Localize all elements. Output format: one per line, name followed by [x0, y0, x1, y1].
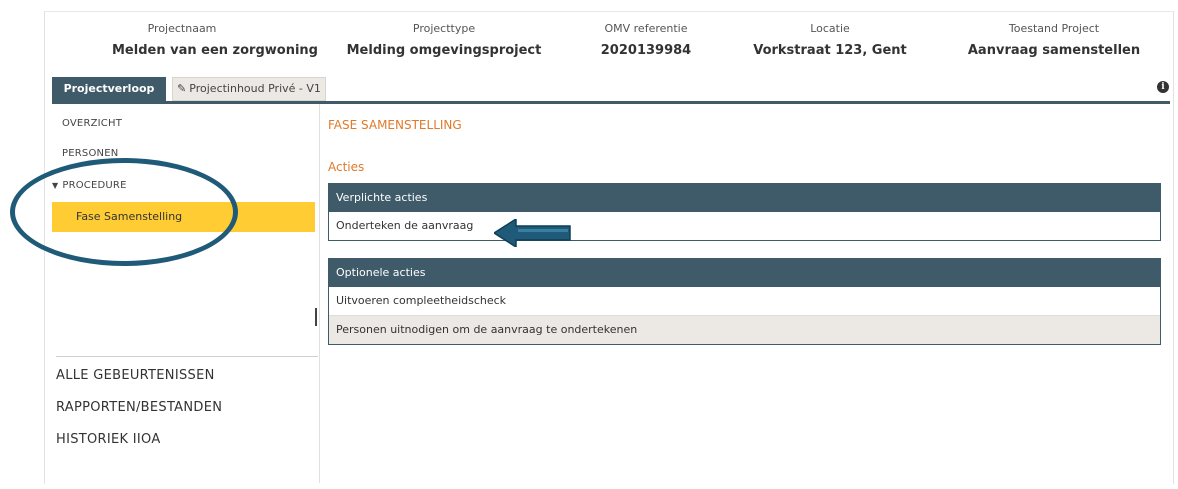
action-personen-uitnodigen[interactable]: Personen uitnodigen om de aanvraag te on… [329, 315, 1160, 344]
action-onderteken[interactable]: Onderteken de aanvraag [329, 212, 1160, 240]
tab-projectinhoud-label: Projectinhoud Privé - V1 [189, 82, 321, 95]
sidebar-resize-handle[interactable] [315, 308, 317, 326]
summary-projecttype: Projecttype Melding omgevingsproject [344, 22, 544, 58]
actions-title: Acties [328, 160, 365, 174]
summary-locatie: Locatie Vorkstraat 123, Gent [740, 22, 920, 58]
sidebar-border [319, 104, 320, 483]
arrow-left-icon [494, 219, 571, 247]
summary-value: Melden van een zorgwoning [112, 43, 318, 58]
summary-omv-referentie: OMV referentie 2020139984 [586, 22, 706, 58]
optional-actions-header: Optionele acties [329, 259, 1160, 287]
mandatory-actions-panel: Verplichte acties Onderteken de aanvraag [328, 183, 1161, 241]
summary-value: Melding omgevingsproject [346, 43, 542, 58]
summary-projectnaam: Projectnaam Melden van een zorgwoning [112, 22, 318, 58]
summary-value: Aanvraag samenstellen [967, 43, 1141, 58]
link-rapporten-bestanden[interactable]: RAPPORTEN/BESTANDEN [56, 400, 222, 415]
phase-title: FASE SAMENSTELLING [328, 118, 462, 132]
annotation-ellipse [10, 158, 238, 266]
project-summary: Projectnaam Melden van een zorgwoning Pr… [44, 14, 1170, 66]
sidebar-divider [56, 356, 318, 357]
sidebar-item-personen[interactable]: PERSONEN [62, 148, 118, 159]
tab-projectverloop[interactable]: Projectverloop [52, 77, 166, 101]
pencil-icon: ✎ [177, 82, 187, 95]
summary-label: Projectnaam [147, 22, 217, 35]
summary-value: Vorkstraat 123, Gent [753, 43, 907, 58]
summary-label: Locatie [810, 22, 850, 35]
optional-actions-panel: Optionele acties Uitvoeren compleetheids… [328, 258, 1161, 345]
mandatory-actions-header: Verplichte acties [329, 184, 1160, 212]
info-icon[interactable]: i [1157, 81, 1169, 93]
summary-value: 2020139984 [600, 43, 692, 58]
link-historiek-iioa[interactable]: HISTORIEK IIOA [56, 432, 161, 447]
summary-toestand: Toestand Project Aanvraag samenstellen [964, 22, 1144, 58]
sidebar-item-overzicht[interactable]: OVERZICHT [62, 118, 122, 129]
action-compleetheidscheck[interactable]: Uitvoeren compleetheidscheck [329, 287, 1160, 315]
summary-label: OMV referentie [604, 22, 688, 35]
tab-projectinhoud[interactable]: ✎ Projectinhoud Privé - V1 [172, 77, 326, 101]
summary-label: Toestand Project [1008, 22, 1100, 35]
summary-label: Projecttype [412, 22, 476, 35]
link-alle-gebeurtenissen[interactable]: ALLE GEBEURTENISSEN [56, 368, 215, 383]
